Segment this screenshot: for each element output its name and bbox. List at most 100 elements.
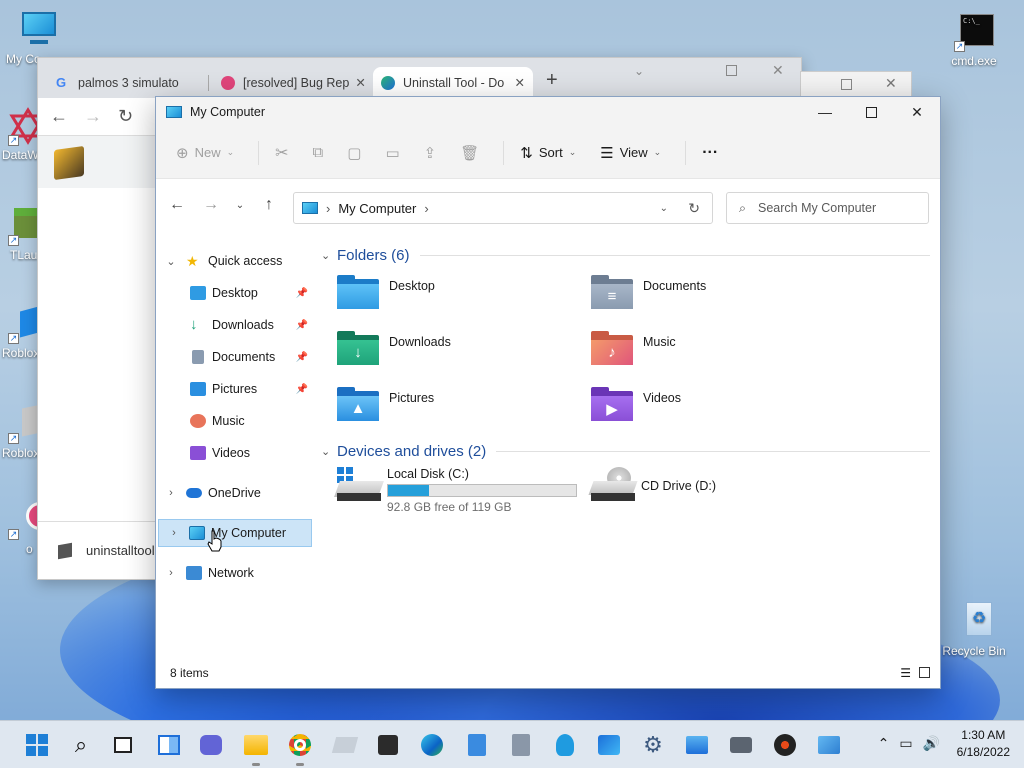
nav-onedrive[interactable]: › OneDrive <box>156 479 314 507</box>
nav-item-music[interactable]: Music <box>156 407 314 435</box>
chevron-right-icon[interactable]: › <box>159 527 189 539</box>
new-button[interactable]: ⊕ New ⌄ <box>176 144 234 162</box>
store-icon[interactable] <box>376 733 400 757</box>
clock[interactable]: 1:30 AM 6/18/2022 <box>957 727 1010 761</box>
volume-icon[interactable]: 🔊 <box>923 735 940 752</box>
camera-icon[interactable] <box>729 733 753 757</box>
folder-item-desktop[interactable]: Desktop <box>337 275 577 321</box>
media-player-icon[interactable] <box>597 733 621 757</box>
forward-icon[interactable]: → <box>194 196 228 214</box>
up-icon[interactable]: ↑ <box>252 196 286 214</box>
close-button[interactable]: ✕ <box>894 97 940 127</box>
folder-item-pictures[interactable]: ▲ Pictures <box>337 387 577 433</box>
close-tab-icon[interactable]: ✕ <box>349 75 365 90</box>
music-disc-icon[interactable] <box>773 733 797 757</box>
breadcrumb[interactable]: My Computer <box>338 201 416 216</box>
folder-item-documents[interactable]: ≡ Documents <box>591 275 831 321</box>
rename-icon: ▭ <box>385 144 400 162</box>
nav-item-pictures[interactable]: Pictures 📌 <box>156 375 314 403</box>
app-icon[interactable] <box>331 733 359 757</box>
nav-quick-access[interactable]: ⌄ ★ Quick access <box>156 247 314 275</box>
minimize-icon[interactable]: ⌄ <box>634 64 644 78</box>
close-icon[interactable]: ✕ <box>885 75 897 92</box>
back-icon[interactable]: ← <box>50 106 68 127</box>
chevron-up-icon[interactable]: ⌃ <box>878 735 890 752</box>
photos-icon[interactable] <box>685 733 709 757</box>
file-explorer-icon[interactable] <box>244 733 268 757</box>
share-button[interactable]: ⇪ <box>424 144 437 162</box>
file-explorer-window[interactable]: My Computer — ✕ ⊕ New ⌄ ✂ ⧉ ▢ ▭ ⇪ 🗑 ⇅ Sort ⌄… <box>155 96 941 689</box>
paste-button[interactable]: ▢ <box>347 144 361 162</box>
desktop-icon-recycle-bin[interactable]: ♻ Recycle Bin <box>942 602 1006 658</box>
nav-item-downloads[interactable]: ↓ Downloads 📌 <box>156 311 314 339</box>
drive-item-c[interactable]: Local Disk (C:) 92.8 GB free of 119 GB <box>334 467 587 517</box>
calculator-icon[interactable] <box>509 733 533 757</box>
view-button[interactable]: ☰ View ⌄ <box>600 144 661 162</box>
rename-button[interactable]: ▭ <box>385 144 399 162</box>
cut-button[interactable]: ✂ <box>275 143 288 163</box>
minimize-button[interactable]: — <box>802 97 848 127</box>
folder-item-downloads[interactable]: ↓ Downloads <box>337 331 577 377</box>
chrome-tab[interactable]: [resolved] Bug Rep ✕ <box>213 67 368 98</box>
background-window[interactable]: ✕ <box>800 71 912 99</box>
search-icon[interactable]: ⌕ <box>69 732 93 757</box>
folder-item-music[interactable]: ♪ Music <box>591 331 831 377</box>
address-bar[interactable]: › My Computer › ⌄ ↻ <box>293 192 713 224</box>
view-label: View <box>619 145 648 160</box>
close-tab-icon[interactable]: ✕ <box>509 75 525 90</box>
nav-item-videos[interactable]: Videos <box>156 439 314 467</box>
back-icon[interactable]: ← <box>160 196 194 214</box>
folder-label: Music <box>643 335 676 349</box>
chevron-right-icon[interactable]: › <box>156 487 186 499</box>
close-icon[interactable]: ✕ <box>772 62 784 79</box>
chrome-icon[interactable] <box>288 733 312 757</box>
start-icon[interactable] <box>25 733 49 757</box>
edge-icon[interactable] <box>420 733 444 757</box>
chevron-down-icon[interactable]: ⌄ <box>156 255 186 268</box>
sort-button[interactable]: ⇅ Sort ⌄ <box>520 144 576 162</box>
notepad-icon[interactable] <box>465 733 489 757</box>
folder-item-videos[interactable]: ▶ Videos <box>591 387 831 433</box>
chevron-down-icon[interactable]: ⌄ <box>321 445 337 458</box>
chat-icon[interactable] <box>199 733 223 757</box>
nav-my-computer[interactable]: › My Computer <box>158 519 312 547</box>
chevron-down-icon[interactable]: ⌄ <box>321 249 337 262</box>
forward-icon[interactable]: → <box>84 106 102 127</box>
widgets-icon[interactable] <box>157 733 181 757</box>
maximize-icon[interactable] <box>841 79 852 90</box>
chrome-tab[interactable]: G palmos 3 simulato <box>48 67 208 98</box>
nav-network[interactable]: › Network <box>156 559 314 587</box>
new-tab-button[interactable]: + <box>546 69 558 92</box>
clock-date: 6/18/2022 <box>956 745 1010 759</box>
group-header-folders[interactable]: ⌄ Folders (6) <box>321 247 930 264</box>
details-view-icon[interactable]: ☰ <box>900 666 911 680</box>
maximize-button[interactable] <box>848 97 894 127</box>
nav-item-documents[interactable]: Documents 📌 <box>156 343 314 371</box>
more-button[interactable]: ··· <box>702 144 718 162</box>
drive-item-d[interactable]: CD Drive (D:) <box>588 467 791 517</box>
desktop-icon-cmd[interactable]: C:\_ ↗ cmd.exe <box>942 12 1006 68</box>
network-status-icon[interactable]: ▭ <box>899 735 912 752</box>
download-item[interactable]: uninstalltool <box>38 521 158 579</box>
maximize-icon[interactable] <box>726 65 737 76</box>
chrome-tab-label: [resolved] Bug Rep <box>243 75 350 90</box>
settings-icon[interactable]: ⚙ <box>641 732 665 757</box>
search-icon: ⌕ <box>739 200 747 215</box>
address-dropdown-icon[interactable]: ⌄ <box>660 203 668 214</box>
chrome-tab-active[interactable]: Uninstall Tool - Do ✕ <box>373 67 533 98</box>
refresh-icon[interactable]: ↻ <box>688 200 700 217</box>
group-header-devices[interactable]: ⌄ Devices and drives (2) <box>321 443 930 460</box>
tips-icon[interactable] <box>553 733 577 757</box>
large-icons-view-icon[interactable] <box>919 667 930 678</box>
chevron-right-icon[interactable]: › <box>156 567 186 579</box>
reload-icon[interactable]: ↻ <box>118 106 133 127</box>
copy-button[interactable]: ⧉ <box>313 144 324 161</box>
delete-button[interactable]: 🗑 <box>460 144 479 162</box>
title-bar[interactable]: My Computer — ✕ <box>156 97 940 127</box>
search-input[interactable]: ⌕ Search My Computer <box>726 192 929 224</box>
trash-icon: 🗑 <box>460 144 480 162</box>
recent-locations-icon[interactable]: ⌄ <box>228 200 252 211</box>
control-panel-icon[interactable] <box>817 733 841 757</box>
task-view-icon[interactable] <box>111 733 135 757</box>
nav-item-desktop[interactable]: Desktop 📌 <box>156 279 314 307</box>
